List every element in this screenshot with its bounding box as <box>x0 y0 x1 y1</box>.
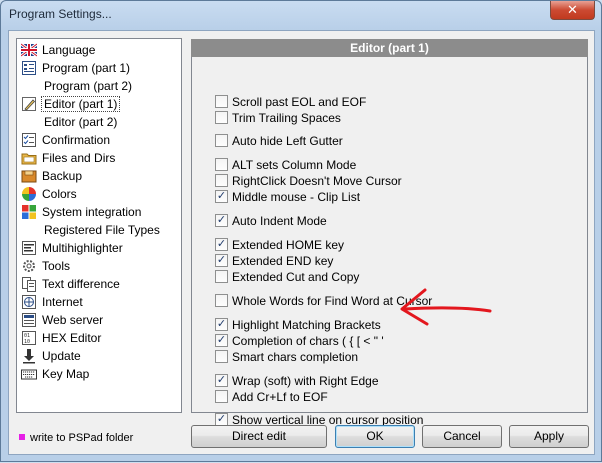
option-checkbox[interactable] <box>215 134 228 147</box>
hex-icon: 01 10 <box>22 331 36 345</box>
option-label: Wrap (soft) with Right Edge <box>232 374 379 388</box>
nav-item-label: Web server <box>42 313 104 327</box>
nav-item-label: Backup <box>42 169 83 183</box>
nav-item-label: Registered File Types <box>44 223 160 237</box>
uk-flag-icon <box>21 42 37 58</box>
color-wheel-icon <box>22 187 36 201</box>
option-label: Extended END key <box>232 254 334 268</box>
legend-color-swatch <box>19 434 25 440</box>
nav-item-label: Language <box>42 43 96 57</box>
settings-category-list[interactable]: Language Program (part 1) Program (part … <box>16 38 182 413</box>
option-checkbox[interactable]: ✓ <box>215 374 228 387</box>
web-server-icon <box>22 313 36 327</box>
option-checkbox[interactable] <box>215 350 228 363</box>
nav-item-label: Program (part 2) <box>44 79 133 93</box>
option-checkbox[interactable]: ✓ <box>215 318 228 331</box>
option-label: Highlight Matching Brackets <box>232 318 381 332</box>
option-label: Scroll past EOL and EOF <box>232 95 367 109</box>
option-checkbox[interactable] <box>215 111 228 124</box>
globe-icon <box>22 295 36 309</box>
pencil-icon <box>22 97 36 111</box>
folder-icon <box>21 153 37 165</box>
option-checkbox[interactable]: ✓ <box>215 254 228 267</box>
nav-item-label: System integration <box>42 205 142 219</box>
cancel-button[interactable]: Cancel <box>422 425 502 448</box>
ok-button[interactable]: OK <box>335 425 415 448</box>
close-button[interactable]: ✕ <box>550 1 595 20</box>
nav-item-label: Key Map <box>42 367 90 381</box>
option-checkbox[interactable]: ✓ <box>215 190 228 203</box>
nav-item-label: HEX Editor <box>42 331 102 345</box>
text-diff-icon <box>22 277 36 292</box>
option-checkbox[interactable]: ✓ <box>215 334 228 347</box>
option-checkbox[interactable]: ✓ <box>215 238 228 251</box>
panel-header: Editor (part 1) <box>191 39 588 57</box>
option-label: Auto hide Left Gutter <box>232 134 343 148</box>
option-label: Completion of chars ( { [ < " ' <box>232 334 384 348</box>
windows-logo-icon <box>22 205 36 219</box>
svg-text:10: 10 <box>24 339 30 345</box>
option-label: Smart chars completion <box>232 350 359 364</box>
nav-item-label: Update <box>42 349 81 363</box>
checklist-icon <box>22 133 36 147</box>
nav-item-label: Colors <box>42 187 77 201</box>
nav-item-label: Program (part 1) <box>42 61 131 75</box>
nav-item-label: Multihighlighter <box>42 241 123 255</box>
backup-icon <box>21 170 37 183</box>
option-label: Extended Cut and Copy <box>232 270 360 284</box>
editor-options-panel: Scroll past EOL and EOF Trim Trailing Spa… <box>191 57 588 427</box>
download-icon <box>23 349 35 364</box>
option-label: Add Cr+Lf to EOF <box>232 390 328 404</box>
gear-icon <box>23 260 35 272</box>
option-label: Extended HOME key <box>232 238 345 252</box>
program-icon <box>22 61 36 75</box>
option-checkbox[interactable] <box>215 158 228 171</box>
option-checkbox[interactable] <box>215 174 228 187</box>
option-checkbox[interactable] <box>215 390 228 403</box>
title-bar[interactable]: Program Settings... ✕ <box>1 1 601 29</box>
dialog-client-area: Language Program (part 1) Program (part … <box>8 30 595 455</box>
nav-item-label: Confirmation <box>42 133 111 147</box>
option-label: Whole Words for Find Word at Cursor <box>232 294 433 308</box>
write-to-pspad-legend: write to PSPad folder <box>19 432 133 444</box>
highlighter-icon <box>22 241 36 255</box>
option-checkbox[interactable] <box>215 95 228 108</box>
program-settings-window: Program Settings... ✕ Language Program (… <box>0 0 602 462</box>
option-checkbox[interactable] <box>215 270 228 283</box>
option-label: Middle mouse - Clip List <box>232 190 361 204</box>
option-checkbox[interactable]: ✓ <box>215 214 228 227</box>
nav-item-label: Tools <box>42 259 71 273</box>
window-title: Program Settings... <box>9 7 112 21</box>
apply-button[interactable]: Apply <box>509 425 589 448</box>
option-checkbox[interactable] <box>215 294 228 307</box>
nav-item-label: Internet <box>42 295 83 309</box>
nav-item-label: Editor (part 1) <box>41 96 121 112</box>
keyboard-icon <box>21 369 37 380</box>
legend-text: write to PSPad folder <box>30 432 134 444</box>
nav-item-label: Editor (part 2) <box>44 115 118 129</box>
option-label: ALT sets Column Mode <box>232 158 357 172</box>
option-label: Auto Indent Mode <box>232 214 327 228</box>
option-label: RightClick Doesn't Move Cursor <box>232 174 402 188</box>
nav-item-label: Text difference <box>42 277 120 291</box>
direct-edit-button[interactable]: Direct edit <box>191 425 327 448</box>
nav-item-label: Files and Dirs <box>42 151 116 165</box>
option-label: Trim Trailing Spaces <box>232 111 341 125</box>
